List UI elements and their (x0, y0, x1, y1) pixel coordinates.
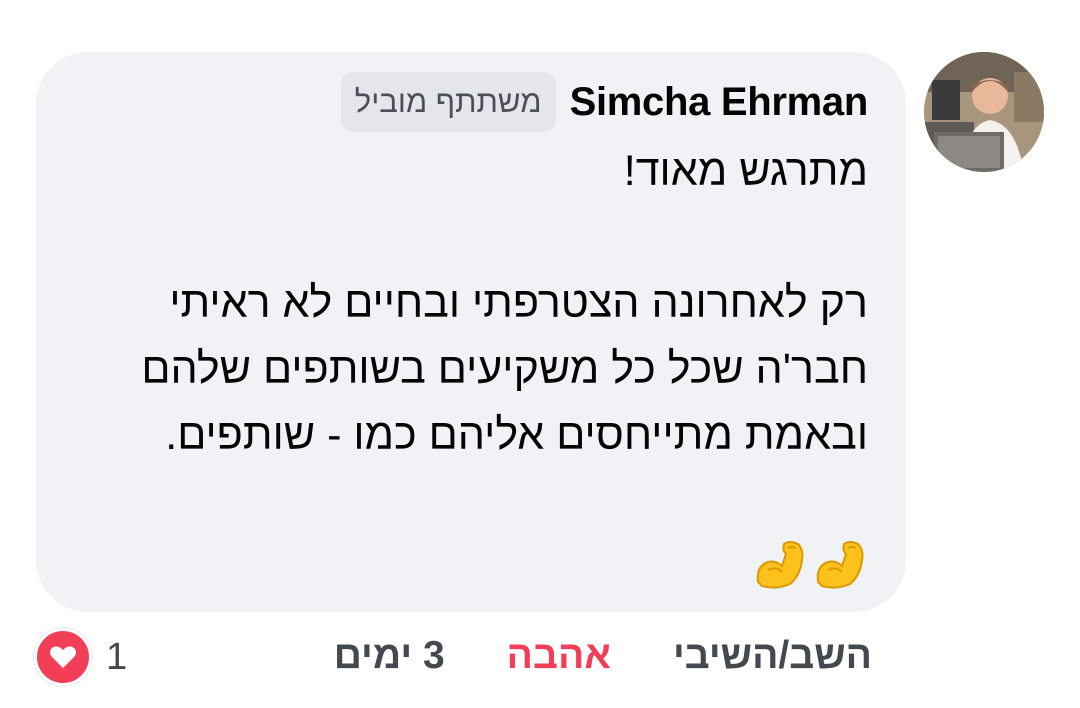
reaction-summary[interactable]: 1 (34, 628, 127, 686)
love-button[interactable]: אהבה (507, 634, 611, 678)
reaction-count: 1 (106, 635, 128, 678)
comment-actions: 3 ימים אהבה השב/השיבי (334, 624, 872, 688)
avatar[interactable] (924, 52, 1044, 172)
heart-icon (34, 628, 92, 686)
comment-text: מתרגש מאוד! רק לאחרונה הצטרפתי ובחיים לא… (141, 147, 868, 459)
flexed-biceps-icon (752, 536, 808, 592)
reply-button[interactable]: השב/השיבי (673, 634, 872, 678)
timestamp[interactable]: 3 ימים (334, 634, 445, 678)
flexed-biceps-icon (812, 536, 868, 592)
author-row: Simcha Ehrman משתתף מוביל (340, 72, 869, 132)
author-name[interactable]: Simcha Ehrman (570, 80, 869, 125)
comment-bubble: Simcha Ehrman משתתף מוביל מתרגש מאוד! רק… (36, 52, 906, 612)
comment-container: Simcha Ehrman משתתף מוביל מתרגש מאוד! רק… (0, 0, 1080, 708)
top-contributor-badge: משתתף מוביל (340, 72, 556, 132)
emoji-row (752, 536, 868, 592)
